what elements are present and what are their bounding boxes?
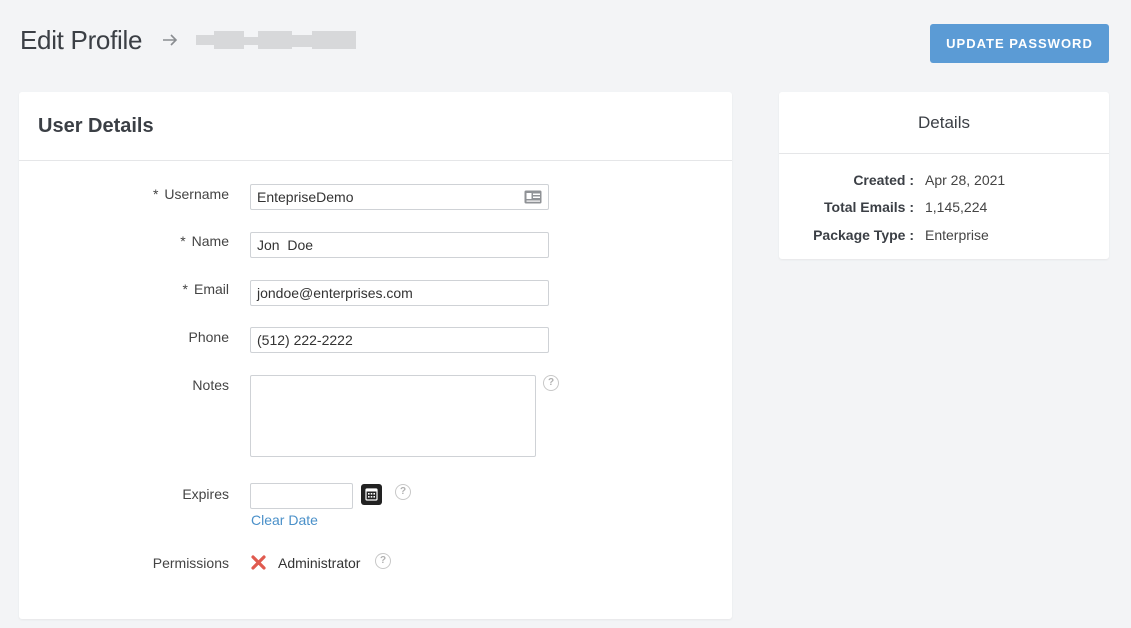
permissions-help-icon[interactable]: ? [375, 553, 391, 569]
username-label-text: Username [164, 186, 229, 202]
required-mark: * [152, 186, 159, 202]
page-title: Edit Profile [20, 24, 143, 55]
details-card: Details Created : Apr 28, 2021 Total Ema… [779, 92, 1109, 259]
detail-label: Package Type : [813, 227, 914, 243]
phone-label: Phone [19, 329, 229, 345]
user-details-card: User Details * Username EntepriseDemo * Na… [19, 92, 732, 619]
phone-field[interactable]: (512) 222-2222 [250, 327, 549, 353]
name-value: Jon Doe [257, 237, 314, 253]
phone-label-text: Phone [188, 329, 229, 345]
username-field[interactable]: EntepriseDemo [250, 184, 549, 210]
detail-label: Created : [853, 172, 914, 188]
required-mark: * [180, 233, 186, 249]
detail-value: 1,145,224 [925, 199, 988, 215]
details-title: Details [918, 112, 970, 132]
expires-date-input[interactable] [250, 483, 353, 509]
clear-date-link[interactable]: Clear Date [251, 512, 318, 528]
breadcrumb-redacted [196, 29, 357, 51]
notes-label-text: Notes [192, 377, 229, 393]
notes-textarea[interactable] [250, 375, 536, 457]
username-value: EntepriseDemo [257, 189, 354, 205]
administrator-permission: Administrator [278, 555, 361, 571]
permissions-label: Permissions [19, 555, 229, 571]
user-details-title: User Details [38, 114, 154, 137]
phone-value: (512) 222-2222 [257, 332, 353, 348]
email-label: * Email [19, 281, 229, 297]
arrow-right-icon [163, 34, 178, 46]
x-icon[interactable] [251, 555, 266, 570]
expires-help-icon[interactable]: ? [395, 484, 411, 500]
name-field[interactable]: Jon Doe [250, 232, 549, 258]
required-mark: * [182, 281, 188, 297]
expires-label: Expires [19, 486, 229, 502]
user-details-header: User Details [19, 92, 732, 161]
calendar-icon [365, 488, 378, 501]
detail-value: Enterprise [925, 227, 989, 243]
name-label-text: Name [191, 233, 229, 249]
calendar-button[interactable] [361, 484, 382, 505]
username-label: * Username [19, 186, 229, 202]
expires-label-text: Expires [182, 486, 229, 502]
id-card-icon [524, 190, 542, 204]
details-header: Details [779, 92, 1109, 154]
detail-value: Apr 28, 2021 [925, 172, 1006, 188]
page-header: Edit Profile [20, 22, 357, 58]
email-field[interactable]: jondoe@enterprises.com [250, 280, 549, 306]
permissions-label-text: Permissions [152, 555, 229, 571]
notes-label: Notes [19, 377, 229, 393]
name-label: * Name [19, 233, 229, 249]
update-password-button[interactable]: UPDATE PASSWORD [930, 24, 1109, 63]
notes-help-icon[interactable]: ? [543, 375, 559, 391]
detail-label: Total Emails : [824, 199, 914, 215]
email-label-text: Email [193, 281, 229, 297]
email-value: jondoe@enterprises.com [257, 285, 413, 301]
